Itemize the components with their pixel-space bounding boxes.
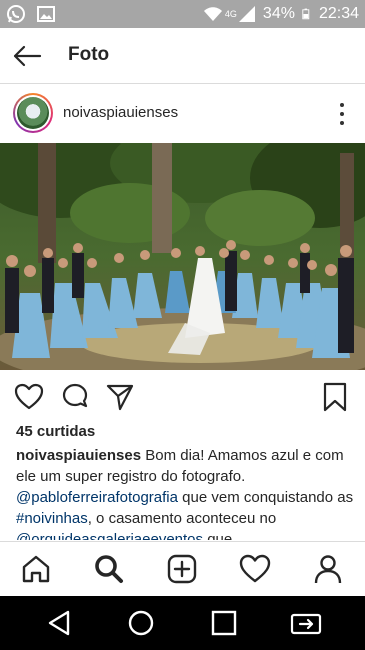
avatar[interactable] [13,93,53,133]
like-count[interactable]: 45 curtidas [16,423,95,440]
signal-icon [238,6,255,22]
profile-icon[interactable] [312,553,344,585]
network-label: 4G [224,9,237,19]
arrow-left-icon[interactable] [12,42,42,70]
share-icon[interactable] [105,382,135,412]
heart-icon[interactable] [14,382,44,412]
search-icon[interactable] [93,553,125,585]
clock: 22:34 [318,5,359,22]
status-left-icons [6,4,56,24]
add-icon[interactable] [166,553,198,585]
caption-text-4: que [203,531,233,540]
comment-icon[interactable] [60,382,90,412]
recents-square-icon[interactable] [208,608,240,638]
post-header: noivaspiauienses [0,85,365,143]
wedding-photo-illustration [0,143,365,370]
wifi-icon [203,7,222,21]
mention-link[interactable]: @pabloferreirafotografia [16,489,178,506]
battery-icon [302,8,310,20]
caption-username[interactable]: noivaspiauienses [16,447,141,464]
post-caption: noivaspiauienses Bom dia! Amamos azul e … [16,445,356,540]
whatsapp-icon [7,5,25,23]
caption-text-3: , o casamento aconteceu no [87,510,277,527]
caption-text-2: que vem conquistando as [177,489,354,506]
app-bar: Foto [0,28,365,84]
android-nav-bar [0,596,365,650]
more-options-icon[interactable] [339,103,345,125]
post-actions [0,372,365,422]
battery-percent: 34% [262,5,295,22]
bookmark-icon[interactable] [320,382,350,412]
image-icon [37,6,55,22]
status-right: 4G 34% 22:34 [203,4,359,24]
home-icon[interactable] [20,553,52,585]
screen-mirror-icon[interactable] [290,608,322,638]
page-title: Foto [68,44,110,65]
home-circle-icon[interactable] [125,608,157,638]
mention-link-2[interactable]: @orquideasgaleriaeeventos [16,531,203,540]
activity-icon[interactable] [239,553,271,585]
back-triangle-icon[interactable] [44,608,76,638]
hashtag-link[interactable]: #noivinhas [16,510,88,527]
post-photo[interactable] [0,143,365,370]
status-bar: 4G 34% 22:34 [0,0,365,28]
post-username[interactable]: noivaspiauienses [63,104,178,121]
bottom-tab-bar [0,541,365,595]
